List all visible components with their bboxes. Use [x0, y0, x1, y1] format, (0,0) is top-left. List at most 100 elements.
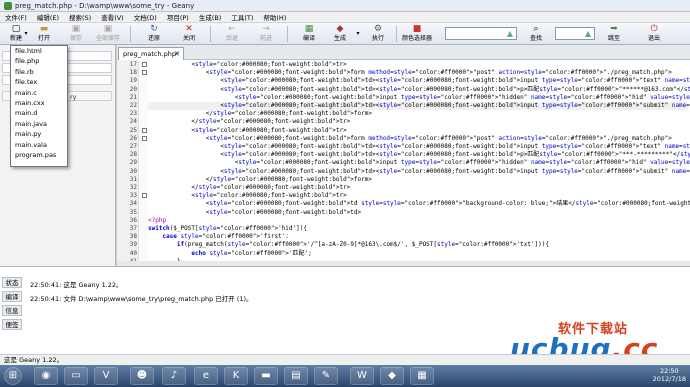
close-tab-icon[interactable]: ✕: [174, 48, 180, 60]
code-line[interactable]: <style="color:#000080;font-weight:bold">…: [148, 135, 688, 143]
tab-scribble[interactable]: 便签: [2, 319, 22, 330]
code-line[interactable]: <style="color:#000080;font-weight:bold">…: [148, 86, 690, 94]
taskbar-geany-icon[interactable]: ✎: [314, 367, 338, 385]
menu-build[interactable]: 生成(B): [194, 12, 227, 22]
color-picker-button[interactable]: ■ 颜色选择器: [398, 24, 436, 44]
menu-item-main-c[interactable]: main.c: [11, 88, 67, 98]
fold-toggle-icon[interactable]: [142, 127, 147, 133]
taskbar-k-icon[interactable]: K: [224, 367, 248, 385]
tab-preg-match[interactable]: preg_match.php ✕: [118, 47, 184, 60]
menu-item-main-vala[interactable]: main.vala: [11, 140, 67, 150]
code-line[interactable]: <style="color:#000080;font-weight:bold">…: [148, 168, 690, 176]
toolbar-separator: [287, 26, 288, 42]
taskbar-terminal-icon[interactable]: ▭: [64, 367, 88, 385]
menu-document[interactable]: 文档(D): [129, 12, 162, 22]
taskbar-word-icon[interactable]: W: [350, 367, 374, 385]
close-button[interactable]: ✕ 关闭: [175, 24, 203, 44]
search-icon: ⌕: [533, 24, 539, 34]
code-line[interactable]: case style="color:#ff0000">'first':: [148, 233, 688, 241]
find-button[interactable]: ⌕ 查找: [522, 24, 550, 44]
tab-status[interactable]: 状态: [2, 277, 22, 288]
code-line[interactable]: <style="color:#000080;font-weight:bold">…: [148, 143, 690, 151]
code-line[interactable]: <style="color:#000080;font-weight:bold">…: [148, 94, 690, 102]
arrow-left-icon: ←: [228, 24, 236, 34]
menu-item-file-rb[interactable]: file.rb: [11, 67, 67, 77]
code-line[interactable]: echo style="color:#ff0000">'匹配';: [148, 250, 688, 258]
taskbar-chrome-icon[interactable]: ◉: [34, 367, 58, 385]
system-clock[interactable]: 22:50 2012/7/18: [653, 367, 686, 383]
code-line[interactable]: if(preg_match(style="color:#ff0000">'/^[…: [148, 241, 688, 249]
tab-compiler[interactable]: 编译器: [2, 291, 22, 312]
menu-edit[interactable]: 编辑(E): [32, 12, 64, 22]
code-line[interactable]: switch($_POST[style="color:#ff0000">'hid…: [148, 225, 688, 233]
code-line[interactable]: <style="color:#000080;font-weight:bold">…: [148, 151, 690, 159]
menu-item-main-cxx[interactable]: main.cxx: [11, 98, 67, 108]
menu-item-main-java[interactable]: main.java: [11, 119, 67, 129]
taskbar-folder-icon[interactable]: ▬: [254, 367, 278, 385]
code-line[interactable]: <style="color:#000080;font-weight:bold">…: [148, 69, 688, 77]
code-line[interactable]: <style="color:#000080;font-weight:bold">…: [148, 200, 690, 208]
taskbar-vim-icon[interactable]: V: [94, 367, 118, 385]
code-line[interactable]: <style="color:#000080;font-weight:bold">…: [148, 159, 690, 167]
back-button[interactable]: ← 后退: [218, 24, 246, 44]
code-line[interactable]: <style="color:#000080;font-weight:bold">…: [148, 102, 690, 111]
fold-toggle-icon[interactable]: [142, 193, 147, 199]
recent-files-menu: file.html file.php file.rb file.tex main…: [10, 45, 68, 167]
jump-button[interactable]: ➥ 跳至: [600, 24, 628, 44]
open-button[interactable]: ▬ 打开: [30, 24, 58, 44]
fold-toggle-icon[interactable]: [142, 135, 147, 141]
save-button[interactable]: ▣ 保存: [62, 24, 90, 44]
menu-file[interactable]: 文件(F): [0, 12, 32, 22]
menu-bar: 文件(F) 编辑(E) 搜索(S) 查看(V) 文档(D) 项目(P) 生成(B…: [0, 12, 690, 23]
exit-icon: ⏻: [650, 24, 658, 34]
menu-item-file-html[interactable]: file.html: [11, 46, 67, 56]
code-line[interactable]: </style="color:#000080;font-weight:bold"…: [148, 110, 688, 118]
line-number: 36: [129, 216, 137, 224]
menu-help[interactable]: 帮助(H): [258, 12, 291, 22]
code-line[interactable]: <style="color:#000080;font-weight:bold">…: [148, 127, 688, 135]
forward-button[interactable]: → 前进: [252, 24, 280, 44]
taskbar-ie-icon[interactable]: e: [194, 367, 218, 385]
save-all-icon: ▣: [103, 24, 113, 34]
code-line[interactable]: </style="color:#000080;font-weight:bold"…: [148, 176, 688, 184]
menu-view[interactable]: 查看(V): [96, 12, 129, 22]
menu-item-file-php[interactable]: file.php: [11, 56, 67, 66]
code-view[interactable]: <style="color:#000080;font-weight:bold">…: [148, 60, 690, 261]
build-dropdown-arrow[interactable]: ▾: [352, 24, 362, 44]
start-button[interactable]: ⊞: [4, 367, 22, 385]
code-line[interactable]: <style="color:#000080;font-weight:bold">…: [148, 61, 688, 69]
menu-search[interactable]: 搜索(S): [64, 12, 96, 22]
menu-item-file-tex[interactable]: file.tex: [11, 77, 67, 87]
menu-item-main-py[interactable]: main.py: [11, 129, 67, 139]
color-palette-icon: ■: [412, 24, 422, 34]
code-line[interactable]: </style="color:#000080;font-weight:bold"…: [148, 184, 688, 192]
tab-messages[interactable]: 信息: [2, 305, 22, 316]
line-number: 20: [129, 85, 137, 93]
code-line[interactable]: <style="color:#000080;font-weight:bold">…: [148, 77, 690, 85]
search-input[interactable]: ▲: [445, 27, 517, 40]
menu-tools[interactable]: 工具(T): [226, 12, 258, 22]
taskbar-app-icon[interactable]: ◆: [380, 367, 404, 385]
quit-button[interactable]: ⏻ 退出: [640, 24, 668, 44]
line-number: 32: [129, 184, 137, 191]
taskbar-app-icon[interactable]: ▦: [410, 367, 434, 385]
code-line[interactable]: <style="color:#000080;font-weight:bold">…: [148, 209, 688, 217]
code-line[interactable]: </style="color:#000080;font-weight:bold"…: [148, 118, 688, 126]
fold-toggle-icon[interactable]: [142, 62, 147, 67]
goto-line-input[interactable]: ▲: [555, 27, 595, 40]
build-button[interactable]: ◆ 生成: [326, 24, 354, 44]
revert-button[interactable]: ↻ 还原: [140, 24, 168, 44]
new-dropdown-arrow[interactable]: ▾: [20, 24, 30, 44]
menu-item-main-d[interactable]: main.d: [11, 108, 67, 118]
fold-toggle-icon[interactable]: [142, 70, 147, 76]
run-button[interactable]: ⚙ 执行: [364, 24, 392, 44]
code-line[interactable]: <?php: [148, 217, 688, 225]
menu-item-program-pas[interactable]: program.pas: [11, 150, 67, 160]
taskbar-sound-icon[interactable]: ♪: [162, 367, 186, 385]
taskbar-files-icon[interactable]: ▤: [284, 367, 308, 385]
menu-project[interactable]: 项目(P): [162, 12, 194, 22]
taskbar-qq-icon[interactable]: ☻: [130, 367, 154, 385]
save-all-button[interactable]: ▣ 全部保存: [92, 24, 124, 44]
compile-button[interactable]: ▦ 编译: [295, 24, 323, 44]
fold-margin[interactable]: [140, 60, 148, 261]
